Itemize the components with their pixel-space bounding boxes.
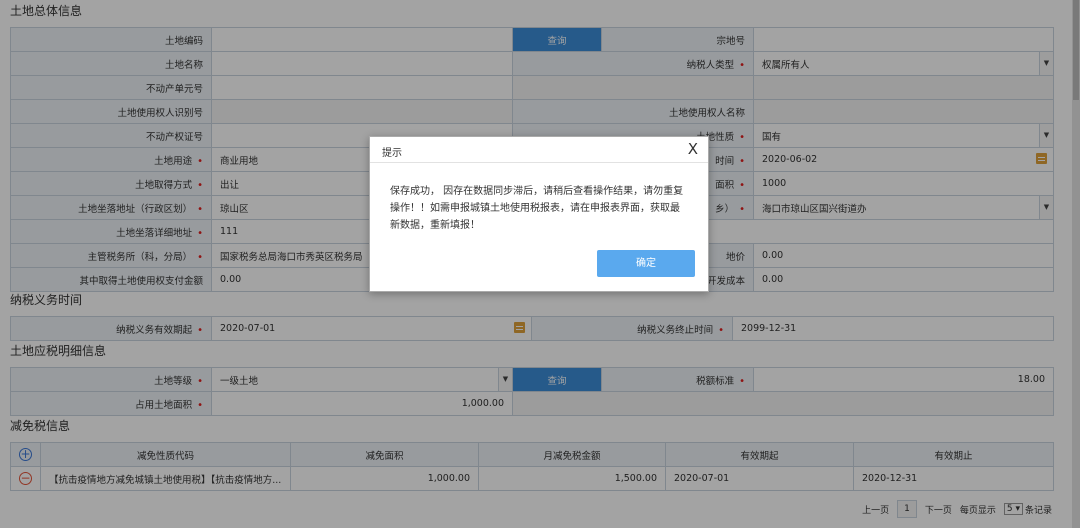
dialog-title: 提示 xyxy=(382,148,402,159)
close-icon[interactable]: X xyxy=(688,140,698,158)
dialog-message: 保存成功， 因存在数据同步滞后，请稍后查看操作结果，请勿重复操作！！如需申报城镇… xyxy=(390,186,684,231)
confirm-button[interactable]: 确定 xyxy=(597,250,695,277)
dialog-header: 提示 X xyxy=(370,137,708,163)
alert-dialog: 提示 X 保存成功， 因存在数据同步滞后，请稍后查看操作结果，请勿重复操作！！如… xyxy=(369,136,709,292)
